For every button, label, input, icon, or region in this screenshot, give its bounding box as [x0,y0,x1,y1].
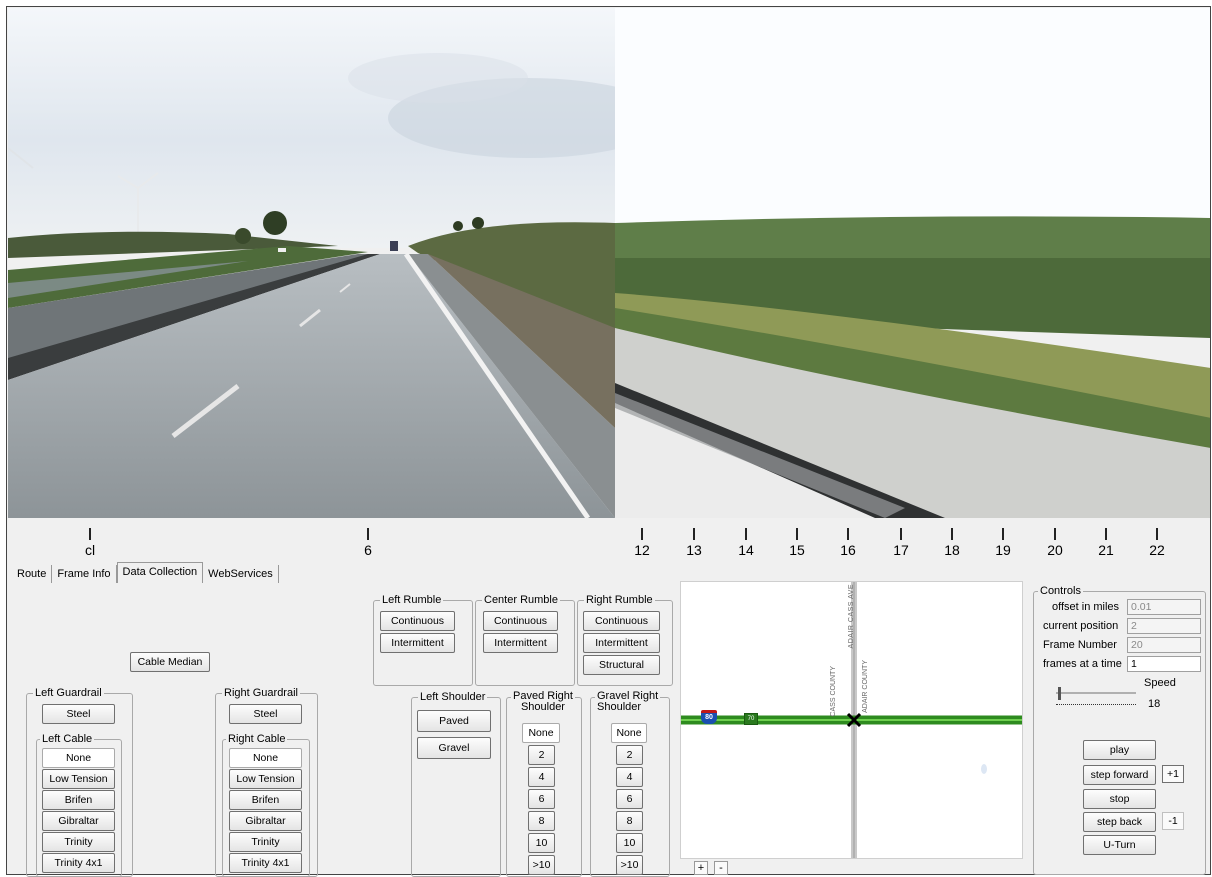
gravel-right-10[interactable]: 10 [616,833,643,853]
speed-slider[interactable] [1056,687,1136,709]
state-route-shield-icon: 70 [744,713,758,725]
right-cable-brifen[interactable]: Brifen [229,790,302,810]
center-rumble-title: Center Rumble [482,594,560,606]
left-steel-button[interactable]: Steel [42,704,115,724]
right-camera-view [615,8,1210,518]
left-cable-trinity-4x1[interactable]: Trinity 4x1 [42,853,115,873]
ruler-tick: 14 [726,528,766,558]
tab-strip: Route Frame Info Data Collection WebServ… [12,562,279,583]
ruler-tick: 20 [1035,528,1075,558]
right-rumble-title: Right Rumble [584,594,655,606]
left-shoulder-paved[interactable]: Paved [417,710,491,732]
left-rumble-intermittent[interactable]: Intermittent [380,633,455,653]
gravel-right-8[interactable]: 8 [616,811,643,831]
current-position-label: current position [1043,620,1119,632]
right-cable-title: Right Cable [226,733,288,745]
stop-button[interactable]: stop [1083,789,1156,809]
gravel-right-4[interactable]: 4 [616,767,643,787]
paved-right-6[interactable]: 6 [528,789,555,809]
interstate-shield-icon: 80 [701,710,717,724]
play-button[interactable]: play [1083,740,1156,760]
route-map[interactable]: ADAIR CASS AVE CASS COUNTY ADAIR COUNTY … [680,581,1023,859]
left-cable-none[interactable]: None [42,748,115,768]
left-shoulder-gravel[interactable]: Gravel [417,737,491,759]
right-rumble-intermittent[interactable]: Intermittent [583,633,660,653]
gravel-right-6[interactable]: 6 [616,789,643,809]
left-rumble-continuous[interactable]: Continuous [380,611,455,631]
paved-right-10[interactable]: 10 [528,833,555,853]
step-forward-button[interactable]: step forward [1083,765,1156,785]
map-road-label-top: ADAIR CASS AVE [848,584,855,649]
controls-title: Controls [1038,585,1083,597]
right-rumble-structural[interactable]: Structural [583,655,660,675]
ruler-tick: 12 [622,528,662,558]
u-turn-button[interactable]: U-Turn [1083,835,1156,855]
paved-right-over-10[interactable]: >10 [528,855,555,875]
tab-webservices[interactable]: WebServices [203,565,279,583]
right-cable-trinity-4x1[interactable]: Trinity 4x1 [229,853,302,873]
cable-median-button[interactable]: Cable Median [130,652,210,672]
gravel-right-over-10[interactable]: >10 [616,855,643,875]
left-cable-low-tension[interactable]: Low Tension [42,769,115,789]
center-rumble-intermittent[interactable]: Intermittent [483,633,558,653]
left-cable-title: Left Cable [40,733,95,745]
map-county-right: ADAIR COUNTY [862,660,869,713]
left-guardrail-title: Left Guardrail [33,687,104,699]
step-back-button[interactable]: step back [1083,812,1156,832]
forward-camera-view [8,8,615,518]
right-cable-low-tension[interactable]: Low Tension [229,769,302,789]
right-rumble-continuous[interactable]: Continuous [583,611,660,631]
current-position-field[interactable]: 2 [1127,618,1201,634]
map-zoom-in-button[interactable]: + [694,861,708,875]
paved-right-none[interactable]: None [522,723,560,743]
offset-label: offset in miles [1052,601,1120,613]
left-shoulder-title: Left Shoulder [418,691,488,703]
left-cable-gibraltar[interactable]: Gibraltar [42,811,115,831]
right-cable-trinity[interactable]: Trinity [229,832,302,852]
frame-number-field[interactable]: 20 [1127,637,1201,653]
ruler-tick: 22 [1137,528,1177,558]
ruler-tick: 6 [348,528,388,558]
right-guardrail-title: Right Guardrail [222,687,300,699]
ruler-tick: 17 [881,528,921,558]
speed-value: 18 [1148,698,1161,710]
gravel-right-2[interactable]: 2 [616,745,643,765]
ruler-tick: 18 [932,528,972,558]
ruler-tick: 19 [983,528,1023,558]
paved-right-4[interactable]: 4 [528,767,555,787]
offset-field[interactable]: 0.01 [1127,599,1201,615]
tab-route[interactable]: Route [12,565,53,583]
center-rumble-continuous[interactable]: Continuous [483,611,558,631]
left-cable-trinity[interactable]: Trinity [42,832,115,852]
gravel-right-shoulder-title: Gravel Right Shoulder [595,690,661,713]
left-cable-brifen[interactable]: Brifen [42,790,115,810]
paved-right-shoulder-title: Paved Right Shoulder [511,690,575,713]
map-county-left: CASS COUNTY [830,666,837,717]
ruler-tick: 15 [777,528,817,558]
right-cable-none[interactable]: None [229,748,302,768]
map-zoom-out-button[interactable]: - [714,861,728,875]
speed-slider-thumb[interactable] [1058,687,1061,700]
gravel-right-none[interactable]: None [611,723,647,743]
plus-one-button[interactable]: +1 [1162,765,1184,783]
frames-at-a-time-label: frames at a time [1043,658,1122,670]
tab-frame-info[interactable]: Frame Info [52,565,117,583]
right-steel-button[interactable]: Steel [229,704,302,724]
right-cable-gibraltar[interactable]: Gibraltar [229,811,302,831]
ruler-tick: cl [70,528,110,558]
speed-label: Speed [1144,677,1176,689]
tab-data-collection[interactable]: Data Collection [116,562,204,583]
ruler-tick: 16 [828,528,868,558]
ruler-tick: 21 [1086,528,1126,558]
frames-at-a-time-field[interactable]: 1 [1127,656,1201,672]
ruler-tick: 13 [674,528,714,558]
frame-number-label: Frame Number [1043,639,1117,651]
paved-right-8[interactable]: 8 [528,811,555,831]
paved-right-2[interactable]: 2 [528,745,555,765]
left-rumble-title: Left Rumble [380,594,444,606]
minus-one-button[interactable]: -1 [1162,812,1184,830]
